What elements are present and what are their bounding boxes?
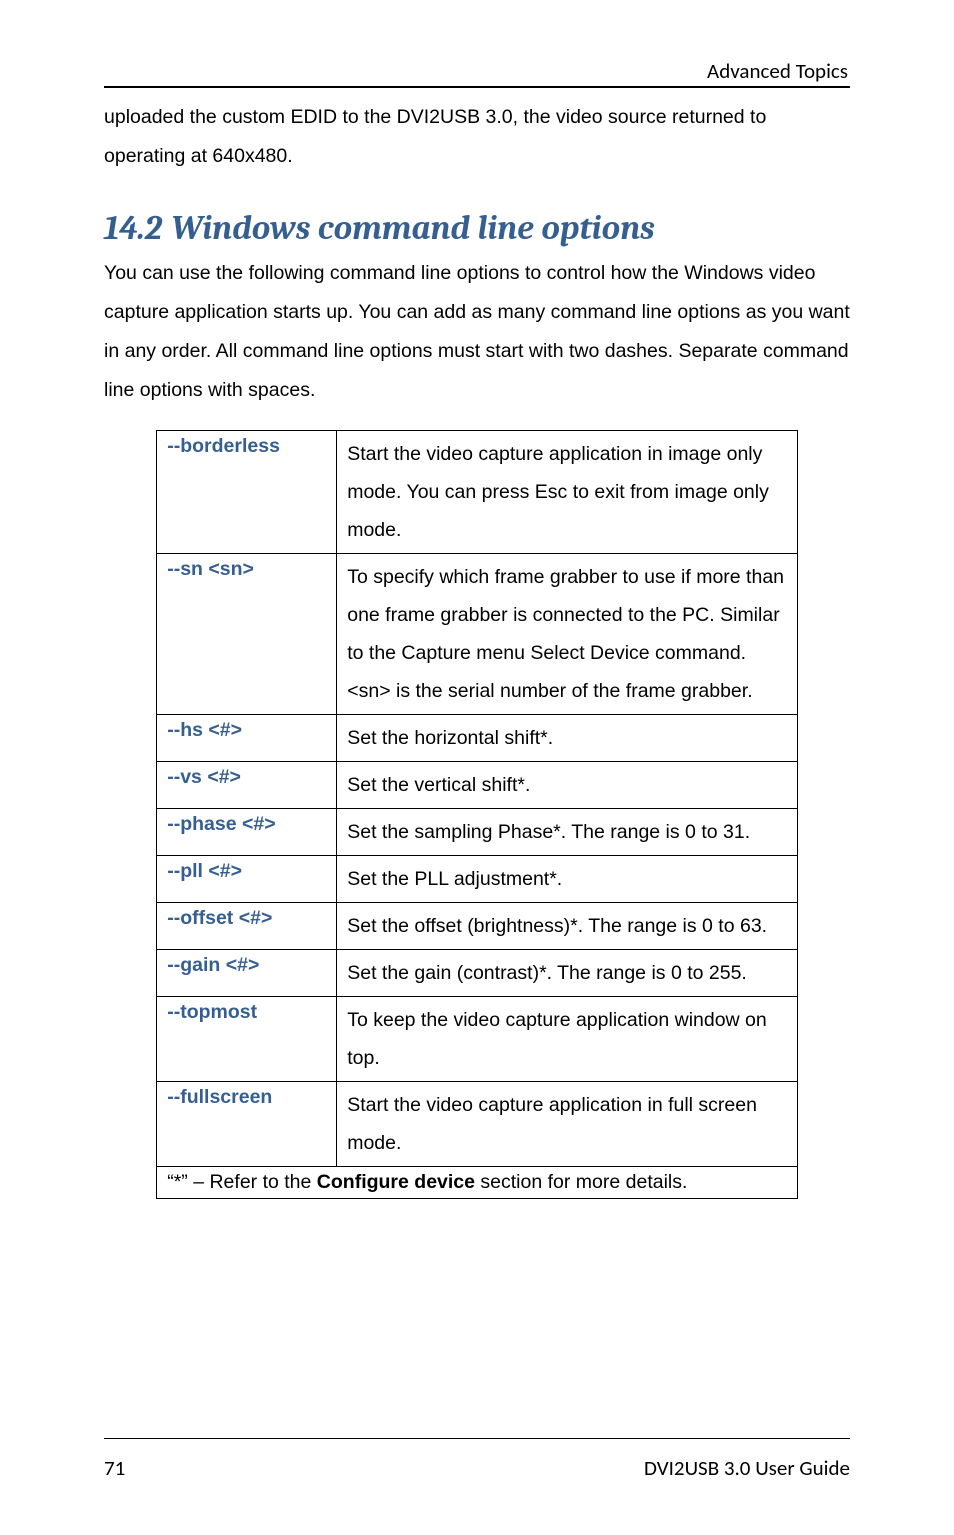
option-desc: To specify which frame grabber to use if… [337,554,798,715]
option-flag: --topmost [157,997,337,1082]
table-footer-suffix: section for more details. [475,1171,687,1193]
running-head: Advanced Topics [104,58,850,84]
section-intro: You can use the following command line o… [104,254,850,410]
option-desc: To keep the video capture application wi… [337,997,798,1082]
options-table: --borderless Start the video capture app… [156,430,798,1199]
option-desc: Start the video capture application in f… [337,1082,798,1167]
footer-rule [104,1438,850,1439]
option-flag: --fullscreen [157,1082,337,1167]
option-flag: --pll <#> [157,856,337,903]
table-row: --gain <#> Set the gain (contrast)*. The… [157,950,798,997]
table-row: --fullscreen Start the video capture app… [157,1082,798,1167]
section-title: Windows command line options [171,208,654,248]
table-row: --hs <#> Set the horizontal shift*. [157,715,798,762]
page-footer: 71 DVI2USB 3.0 User Guide [0,1438,954,1481]
option-desc: Set the gain (contrast)*. The range is 0… [337,950,798,997]
table-footer-row: “*” – Refer to the Configure device sect… [157,1167,798,1199]
page-number: 71 [104,1455,125,1481]
table-footer-cell: “*” – Refer to the Configure device sect… [157,1167,798,1199]
table-row: --sn <sn> To specify which frame grabber… [157,554,798,715]
header-rule [104,86,850,88]
section-heading: 14.2 Windows command line options [104,208,850,248]
option-flag: --sn <sn> [157,554,337,715]
option-flag: --vs <#> [157,762,337,809]
doc-title: DVI2USB 3.0 User Guide [644,1455,850,1481]
option-desc: Start the video capture application in i… [337,431,798,554]
option-desc: Set the offset (brightness)*. The range … [337,903,798,950]
option-flag: --borderless [157,431,337,554]
option-desc: Set the PLL adjustment*. [337,856,798,903]
lead-paragraph-text: uploaded the custom EDID to the DVI2USB … [104,98,850,176]
table-row: --borderless Start the video capture app… [157,431,798,554]
table-row: --phase <#> Set the sampling Phase*. The… [157,809,798,856]
section-number: 14.2 [104,208,162,248]
option-flag: --hs <#> [157,715,337,762]
table-row: --offset <#> Set the offset (brightness)… [157,903,798,950]
option-desc: Set the horizontal shift*. [337,715,798,762]
option-flag: --gain <#> [157,950,337,997]
option-desc: Set the sampling Phase*. The range is 0 … [337,809,798,856]
lead-paragraph: uploaded the custom EDID to the DVI2USB … [104,98,850,176]
option-desc: Set the vertical shift*. [337,762,798,809]
table-row: --pll <#> Set the PLL adjustment*. [157,856,798,903]
page: Advanced Topics uploaded the custom EDID… [0,0,954,1535]
option-flag: --offset <#> [157,903,337,950]
table-row: --topmost To keep the video capture appl… [157,997,798,1082]
option-flag: --phase <#> [157,809,337,856]
table-footer-bold: Configure device [317,1171,475,1193]
footer-line: 71 DVI2USB 3.0 User Guide [104,1455,850,1481]
table-footer-prefix: “*” – Refer to the [167,1171,317,1193]
table-row: --vs <#> Set the vertical shift*. [157,762,798,809]
